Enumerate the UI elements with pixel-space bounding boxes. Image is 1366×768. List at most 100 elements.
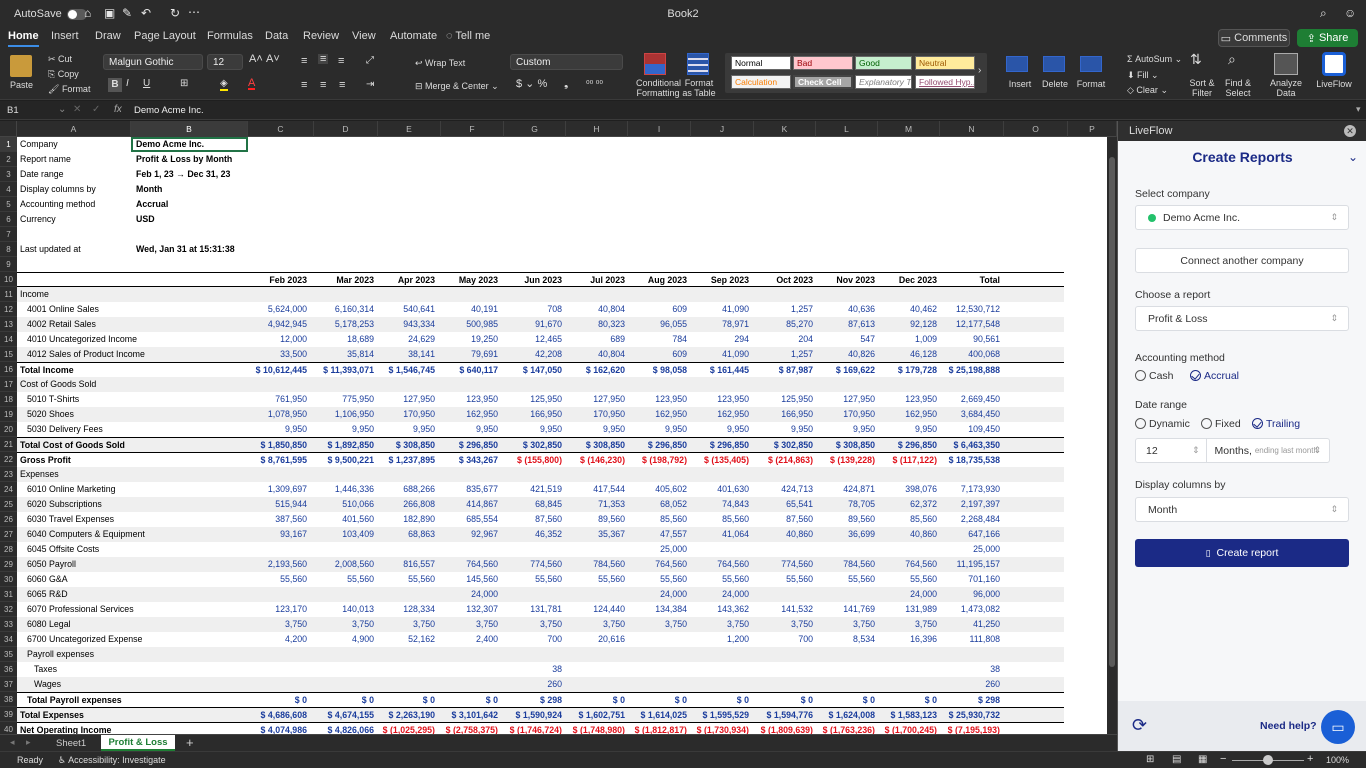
row-label[interactable]: 6040 Computers & Equipment bbox=[27, 527, 145, 542]
row-header[interactable]: 9 bbox=[0, 257, 17, 272]
value-cell[interactable]: 540,641 bbox=[367, 302, 435, 317]
row-label[interactable]: Income bbox=[20, 287, 49, 302]
value-cell[interactable]: 96,055 bbox=[619, 317, 687, 332]
value-cell[interactable] bbox=[430, 677, 498, 692]
more-icon[interactable]: ⋯ bbox=[188, 5, 200, 19]
value-cell[interactable]: 701,160 bbox=[928, 572, 1000, 587]
row-label[interactable]: Expenses bbox=[20, 467, 59, 482]
value-cell[interactable]: 38 bbox=[928, 662, 1000, 677]
borders-icon[interactable]: ⊞ bbox=[180, 79, 188, 89]
value-cell[interactable]: $ 0 bbox=[302, 693, 374, 708]
format-cells-label[interactable]: Format bbox=[1076, 79, 1106, 89]
autosave-toggle[interactable]: AutoSave bbox=[14, 8, 87, 20]
value-cell[interactable]: 6,160,314 bbox=[302, 302, 374, 317]
value-cell[interactable]: $ 9,500,221 bbox=[302, 453, 374, 468]
enter-icon[interactable]: ✓ bbox=[92, 104, 100, 115]
comments-button[interactable]: ▭ Comments bbox=[1218, 29, 1290, 47]
page-break-view-icon[interactable]: ▦ bbox=[1198, 754, 1207, 765]
decimal-icons[interactable]: ⁰⁰ ⁰⁰ bbox=[586, 79, 603, 89]
align-right-icon[interactable]: ≡ bbox=[339, 80, 345, 91]
value-cell[interactable]: 18,689 bbox=[302, 332, 374, 347]
month-header[interactable]: Feb 2023 bbox=[245, 273, 307, 288]
value-cell[interactable]: $ 1,595,529 bbox=[681, 708, 749, 723]
month-header[interactable]: Apr 2023 bbox=[377, 273, 435, 288]
row-header[interactable]: 20 bbox=[0, 422, 17, 437]
value-cell[interactable]: $ 1,594,776 bbox=[743, 708, 813, 723]
value-cell[interactable]: 65,541 bbox=[743, 497, 813, 512]
value-cell[interactable] bbox=[807, 662, 875, 677]
value-cell[interactable] bbox=[869, 542, 937, 557]
value-cell[interactable]: 40,826 bbox=[807, 347, 875, 362]
value-cell[interactable]: $ (1,812,817) bbox=[619, 723, 687, 734]
value-cell[interactable]: 9,950 bbox=[555, 422, 625, 437]
value-cell[interactable]: 143,362 bbox=[681, 602, 749, 617]
value-cell[interactable] bbox=[492, 542, 562, 557]
trailing-unit-select[interactable]: Months, bbox=[1215, 445, 1252, 457]
row-label[interactable]: Payroll expenses bbox=[27, 647, 94, 662]
sheet-tab-sheet1[interactable]: Sheet1 bbox=[56, 738, 86, 749]
value-cell[interactable]: $ (135,405) bbox=[681, 453, 749, 468]
meta-label[interactable]: Date range bbox=[20, 167, 64, 182]
meta-value[interactable]: Accrual bbox=[136, 197, 168, 212]
value-cell[interactable]: 38 bbox=[492, 662, 562, 677]
value-cell[interactable]: 3,684,450 bbox=[928, 407, 1000, 422]
value-cell[interactable]: $ 161,445 bbox=[681, 363, 749, 378]
value-cell[interactable]: 8,534 bbox=[807, 632, 875, 647]
value-cell[interactable] bbox=[367, 542, 435, 557]
value-cell[interactable]: 141,769 bbox=[807, 602, 875, 617]
row-header[interactable]: 36 bbox=[0, 662, 17, 677]
formula-input[interactable]: Demo Acme Inc. bbox=[134, 105, 204, 116]
paste-icon[interactable] bbox=[10, 55, 32, 77]
value-cell[interactable] bbox=[302, 587, 374, 602]
value-cell[interactable]: 4,942,945 bbox=[235, 317, 307, 332]
value-cell[interactable]: $ (1,763,236) bbox=[807, 723, 875, 734]
value-cell[interactable]: 401,560 bbox=[302, 512, 374, 527]
value-cell[interactable]: 764,560 bbox=[619, 557, 687, 572]
value-cell[interactable] bbox=[492, 587, 562, 602]
tab-automate[interactable]: Automate bbox=[390, 30, 437, 42]
value-cell[interactable]: 405,602 bbox=[619, 482, 687, 497]
month-header[interactable]: Mar 2023 bbox=[312, 273, 374, 288]
row-header[interactable]: 10 bbox=[0, 272, 17, 287]
merge-center-button[interactable]: ⊟ Merge & Center ⌄ bbox=[415, 81, 499, 91]
value-cell[interactable]: $ (214,863) bbox=[743, 453, 813, 468]
currency-icon[interactable]: $ ⌄ % bbox=[516, 79, 547, 90]
value-cell[interactable]: 708 bbox=[492, 302, 562, 317]
value-cell[interactable]: 127,950 bbox=[555, 392, 625, 407]
value-cell[interactable]: 688,266 bbox=[367, 482, 435, 497]
month-header[interactable]: Nov 2023 bbox=[817, 273, 875, 288]
value-cell[interactable] bbox=[430, 542, 498, 557]
align-left-icon[interactable]: ≡ bbox=[301, 80, 307, 91]
value-cell[interactable]: 41,090 bbox=[681, 302, 749, 317]
meta-label[interactable]: Accounting method bbox=[20, 197, 95, 212]
orientation-icon[interactable]: ⤢ bbox=[366, 56, 374, 66]
value-cell[interactable]: 3,750 bbox=[235, 617, 307, 632]
value-cell[interactable]: $ (2,758,375) bbox=[430, 723, 498, 734]
column-header[interactable]: E bbox=[378, 121, 441, 137]
value-cell[interactable] bbox=[555, 662, 625, 677]
align-top-icon[interactable]: ≡ bbox=[301, 56, 307, 67]
row-header[interactable]: 4 bbox=[0, 182, 17, 197]
value-cell[interactable]: $ 1,237,895 bbox=[367, 453, 435, 468]
value-cell[interactable]: 12,177,548 bbox=[928, 317, 1000, 332]
value-cell[interactable]: $ 308,850 bbox=[807, 438, 875, 453]
insert-cells-icon[interactable] bbox=[1006, 56, 1028, 72]
value-cell[interactable]: 2,008,560 bbox=[302, 557, 374, 572]
value-cell[interactable]: $ 296,850 bbox=[430, 438, 498, 453]
row-label[interactable]: 6020 Subscriptions bbox=[27, 497, 102, 512]
column-header[interactable]: M bbox=[878, 121, 940, 137]
autosum-button[interactable]: Σ AutoSum ⌄ bbox=[1127, 54, 1182, 64]
value-cell[interactable]: $ 1,614,025 bbox=[619, 708, 687, 723]
clear-button[interactable]: ◇ Clear ⌄ bbox=[1127, 85, 1168, 95]
first-sheet-icon[interactable]: ◂ bbox=[10, 737, 15, 748]
value-cell[interactable]: 25,000 bbox=[928, 542, 1000, 557]
value-cell[interactable] bbox=[681, 662, 749, 677]
row-header[interactable]: 25 bbox=[0, 497, 17, 512]
tab-view[interactable]: View bbox=[352, 30, 376, 42]
value-cell[interactable]: $ 1,583,123 bbox=[869, 708, 937, 723]
value-cell[interactable]: 92,967 bbox=[430, 527, 498, 542]
column-header[interactable]: J bbox=[691, 121, 754, 137]
value-cell[interactable]: 40,860 bbox=[869, 527, 937, 542]
value-cell[interactable]: $ 98,058 bbox=[619, 363, 687, 378]
value-cell[interactable]: 9,950 bbox=[492, 422, 562, 437]
